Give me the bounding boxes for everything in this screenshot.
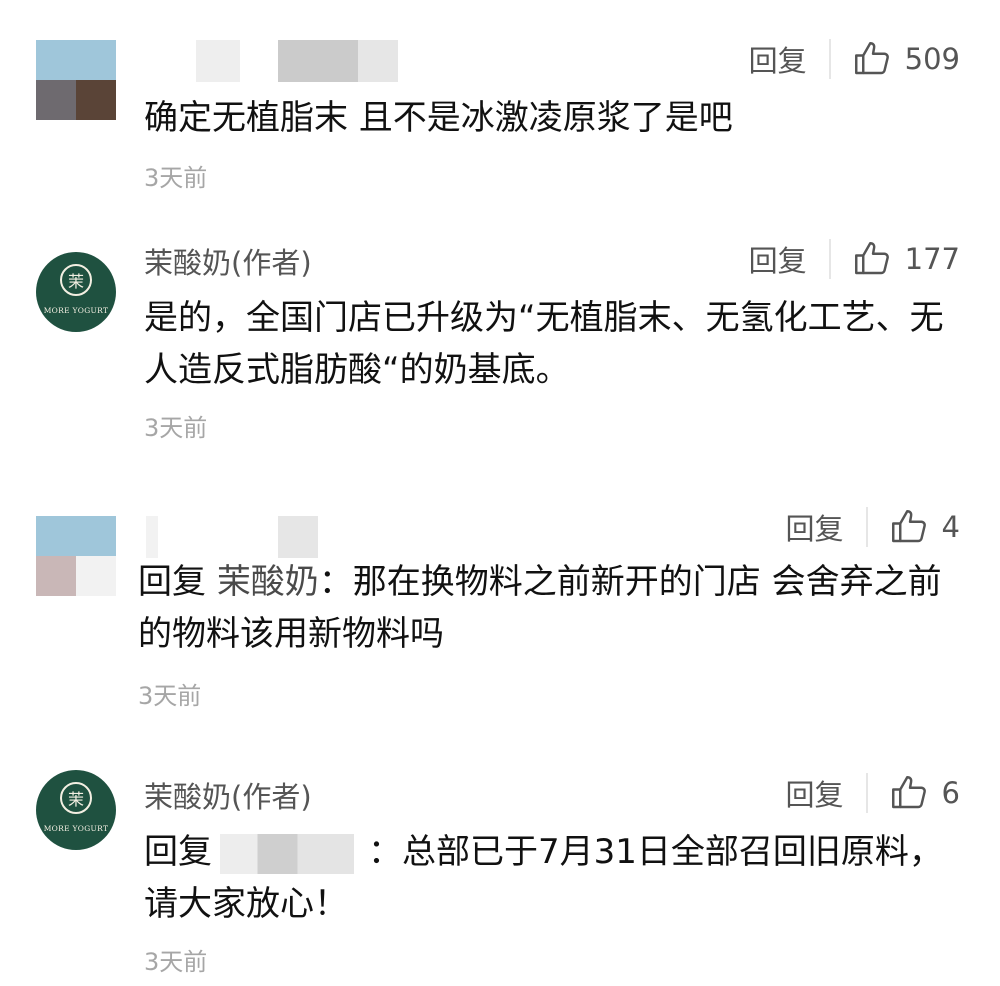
divider: [865, 773, 868, 813]
comment-text: 回复 ：总部已于7月31日全部召回旧原料，请大家放心！: [144, 826, 964, 930]
comment-text: 确定无植脂末 且不是冰激凌原浆了是吧: [144, 98, 733, 138]
reply-button[interactable]: 回复: [786, 506, 844, 548]
brand-logo-icon: 茉: [60, 782, 92, 814]
timestamp: 3天前: [144, 948, 208, 976]
timestamp: 3天前: [144, 414, 208, 442]
comment-actions: 回复 509: [749, 38, 960, 80]
reply-prefix: 回复: [144, 832, 212, 872]
thumbs-up-icon: [854, 42, 889, 75]
comment-actions: 回复 4: [786, 506, 960, 548]
comment-text: 是的，全国门店已升级为“无植脂末、无氢化工艺、无人造反式脂肪酸“的奶基底。: [144, 298, 944, 390]
reply-prefix: 回复: [138, 562, 206, 602]
like-count: 6: [941, 776, 960, 810]
like-button[interactable]: 177: [851, 238, 960, 280]
brand-avatar-text: MORE YOGURT: [43, 306, 109, 315]
masked-username[interactable]: [196, 40, 436, 82]
brand-avatar-text: MORE YOGURT: [43, 824, 109, 833]
like-button[interactable]: 4: [888, 506, 960, 548]
divider: [828, 239, 831, 279]
brand-logo-icon: 茉: [60, 264, 92, 296]
like-count: 509: [904, 42, 960, 76]
divider: [865, 507, 868, 547]
comment-text: 回复 茉酸奶：那在换物料之前新开的门店 会舍弃之前的物料该用新物料吗: [138, 556, 958, 660]
reply-button[interactable]: 回复: [749, 238, 807, 280]
avatar[interactable]: [36, 40, 116, 120]
masked-username[interactable]: [220, 833, 354, 874]
thumbs-up-icon: [891, 510, 926, 543]
comment-actions: 回复 177: [749, 238, 960, 280]
reply-button[interactable]: 回复: [786, 772, 844, 814]
divider: [828, 39, 831, 79]
author-name[interactable]: 茉酸奶(作者): [144, 774, 312, 816]
author-name[interactable]: 茉酸奶(作者): [144, 240, 312, 282]
avatar[interactable]: [36, 516, 116, 596]
masked-username[interactable]: [146, 516, 346, 558]
reply-to-user-link[interactable]: 茉酸奶: [217, 562, 319, 602]
thumbs-up-icon: [854, 242, 889, 275]
like-button[interactable]: 509: [851, 38, 960, 80]
like-count: 177: [904, 242, 960, 276]
comment-actions: 回复 6: [786, 772, 960, 814]
like-button[interactable]: 6: [888, 772, 960, 814]
author-avatar[interactable]: 茉 MORE YOGURT: [36, 252, 116, 332]
thumbs-up-icon: [891, 776, 926, 809]
author-avatar[interactable]: 茉 MORE YOGURT: [36, 770, 116, 850]
timestamp: 3天前: [144, 164, 208, 192]
reply-button[interactable]: 回复: [749, 38, 807, 80]
like-count: 4: [941, 510, 960, 544]
timestamp: 3天前: [138, 682, 202, 710]
